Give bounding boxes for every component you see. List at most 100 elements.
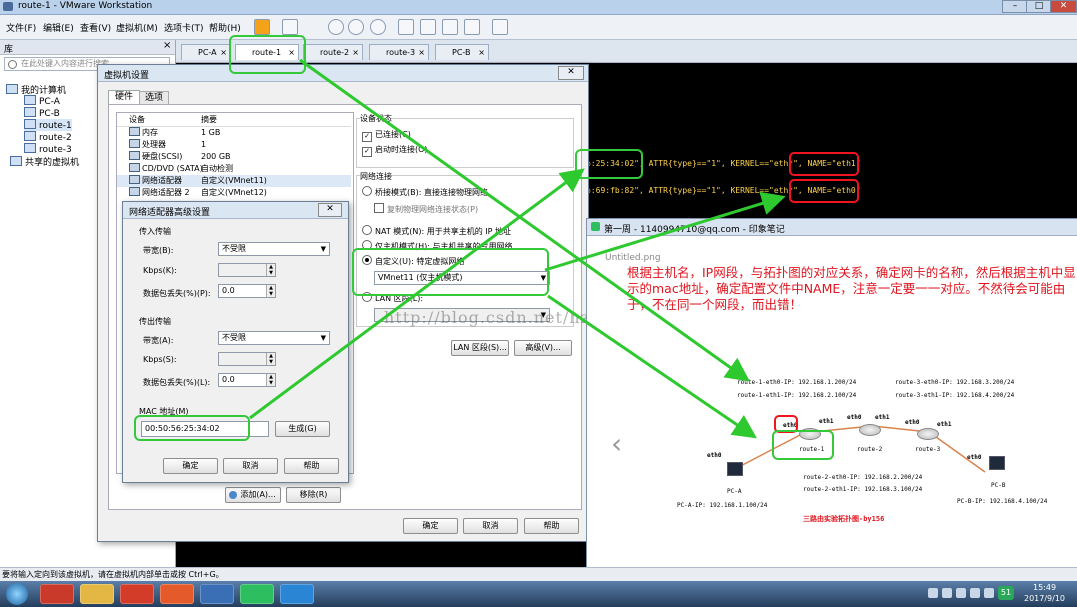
tab-close-icon[interactable]: ×	[352, 45, 359, 60]
outgoing-kbps-input[interactable]: ▲ ▼	[218, 352, 276, 366]
spinner-icon[interactable]: ▲ ▼	[266, 374, 275, 386]
taskbar-vmware-icon[interactable]	[200, 584, 234, 604]
tab-close-icon[interactable]: ×	[220, 45, 227, 60]
device-row[interactable]: 内存 1 GB	[117, 127, 351, 139]
tree-pc-b[interactable]: PC-B	[24, 107, 60, 119]
adv-cancel-button[interactable]: 取消	[223, 458, 278, 474]
outgoing-bandwidth-select[interactable]: 不受限 ▼	[218, 331, 330, 345]
nat-radio[interactable]: NAT 模式(N): 用于共享主机的 IP 地址	[362, 225, 511, 237]
tree-shared-vms[interactable]: 共享的虚拟机	[10, 155, 79, 168]
tray-icon[interactable]	[942, 588, 952, 598]
add-hardware-button[interactable]: 添加(A)...	[225, 487, 281, 503]
menu-vm[interactable]: 虚拟机(M)	[116, 21, 158, 34]
tab-close-icon[interactable]: ×	[418, 45, 425, 60]
revert-snapshot-icon[interactable]	[348, 19, 364, 35]
start-button[interactable]	[6, 583, 28, 605]
taskbar-app-icon[interactable]	[120, 584, 154, 604]
label-r2-eth0: route-2-eth0-IP: 192.168.2.200/24	[803, 474, 923, 481]
topology-diagram: route-1-eth0-IP: 192.168.1.200/24 route-…	[677, 364, 1067, 524]
taskbar-app-icon[interactable]	[40, 584, 74, 604]
window-title: route-1 - VMware Workstation	[18, 1, 153, 11]
tab-label: route-2	[320, 48, 350, 57]
adapter-advanced-close-button[interactable]: ✕	[318, 203, 342, 217]
router-3-icon	[917, 428, 939, 440]
replicate-checkbox[interactable]: 复制物理网络连接状态(P)	[374, 203, 478, 215]
menu-tabs[interactable]: 选项卡(T)	[164, 21, 204, 34]
tree-route-2[interactable]: route-2	[24, 131, 72, 143]
adv-ok-button[interactable]: 确定	[163, 458, 218, 474]
tab-close-icon[interactable]: ×	[478, 45, 485, 60]
tab-pc-a[interactable]: PC-A ×	[181, 44, 231, 60]
spinner-icon[interactable]: ▲ ▼	[266, 285, 275, 297]
tray-qq-icon[interactable]	[928, 588, 938, 598]
device-row-selected[interactable]: 网络适配器 自定义(VMnet11)	[117, 175, 351, 187]
incoming-kbps-input[interactable]: ▲ ▼	[218, 263, 276, 277]
network-adapter-icon	[129, 175, 140, 184]
adv-help-button[interactable]: 帮助	[284, 458, 339, 474]
console-view-icon[interactable]	[492, 19, 508, 35]
ok-button[interactable]: 确定	[403, 518, 458, 534]
menu-edit[interactable]: 编辑(E)	[43, 21, 74, 34]
lan-segments-button[interactable]: LAN 区段(S)...	[451, 340, 509, 356]
tray-network-icon[interactable]	[956, 588, 966, 598]
device-row[interactable]: 硬盘(SCSI) 200 GB	[117, 151, 351, 163]
highlight-name-eth1	[789, 152, 859, 176]
connected-checkbox[interactable]: ✓ 已连接(C)	[362, 129, 411, 142]
close-button[interactable]: ✕	[1050, 0, 1077, 13]
tray-badge[interactable]: 51	[998, 586, 1014, 600]
snapshot-icon[interactable]	[328, 19, 344, 35]
spinner-icon[interactable]: ▲ ▼	[266, 264, 275, 276]
taskbar-app-icon[interactable]	[160, 584, 194, 604]
spinner-icon[interactable]: ▲ ▼	[266, 353, 275, 365]
tab-pc-b[interactable]: PC-B ×	[435, 44, 489, 60]
incoming-bandwidth-select[interactable]: 不受限 ▼	[218, 242, 330, 256]
device-row[interactable]: CD/DVD (SATA) 自动检测	[117, 163, 351, 175]
outgoing-loss-input[interactable]: 0.0 ▲ ▼	[218, 373, 276, 387]
tab-route-3[interactable]: route-3 ×	[369, 44, 429, 60]
thumbnail-view-icon[interactable]	[420, 19, 436, 35]
pause-icon[interactable]	[254, 19, 270, 35]
tree-route-3[interactable]: route-3	[24, 143, 72, 155]
prev-image-icon[interactable]: ‹	[611, 427, 622, 460]
clock-time[interactable]: 15:49	[1033, 583, 1056, 592]
remove-hardware-button[interactable]: 移除(R)	[286, 487, 341, 503]
taskbar-evernote-icon[interactable]	[240, 584, 274, 604]
tree-route-1[interactable]: route-1	[24, 119, 72, 131]
tab-options[interactable]: 选项	[139, 91, 169, 105]
vm-icon	[24, 95, 36, 105]
taskbar-app-icon[interactable]	[280, 584, 314, 604]
device-row[interactable]: 处理器 1	[117, 139, 351, 151]
menu-view[interactable]: 查看(V)	[80, 21, 111, 34]
taskbar-explorer-icon[interactable]	[80, 584, 114, 604]
clock-date[interactable]: 2017/9/10	[1024, 594, 1065, 603]
snapshot-manager-icon[interactable]	[370, 19, 386, 35]
tray-icon[interactable]	[984, 588, 994, 598]
minimize-button[interactable]: –	[1002, 0, 1028, 13]
advanced-button[interactable]: 高级(V)...	[514, 340, 572, 356]
incoming-loss-input[interactable]: 0.0 ▲ ▼	[218, 284, 276, 298]
menu-help[interactable]: 帮助(H)	[209, 21, 241, 34]
unity-icon[interactable]	[464, 19, 480, 35]
tray-volume-icon[interactable]	[970, 588, 980, 598]
send-keys-icon[interactable]	[282, 19, 298, 35]
tab-hardware[interactable]: 硬件	[108, 90, 140, 105]
checkbox-label: 复制物理网络连接状态(P)	[387, 205, 479, 214]
label-eth0-r2: eth0	[847, 414, 862, 421]
memory-icon	[129, 127, 140, 136]
library-close-icon[interactable]: ×	[163, 40, 171, 51]
maximize-button[interactable]: □	[1026, 0, 1052, 13]
menu-file[interactable]: 文件(F)	[6, 21, 36, 34]
vm-settings-close-button[interactable]: ✕	[558, 66, 584, 80]
tree-pc-a[interactable]: PC-A	[24, 95, 60, 107]
bridged-radio[interactable]: 桥接模式(B): 直接连接物理网络	[362, 186, 488, 198]
fullscreen-icon[interactable]	[442, 19, 458, 35]
tab-route-2[interactable]: route-2 ×	[303, 44, 363, 60]
library-view-icon[interactable]	[398, 19, 414, 35]
cancel-button[interactable]: 取消	[463, 518, 518, 534]
connect-at-power-on-checkbox[interactable]: ✓ 启动时连接(O)	[362, 144, 428, 157]
generate-mac-button[interactable]: 生成(G)	[275, 421, 330, 437]
status-text: 要将输入定向到该虚拟机，请在虚拟机内部单击或按 Ctrl+G。	[2, 570, 224, 579]
device-summary: 1 GB	[201, 128, 221, 137]
device-row[interactable]: 网络适配器 2 自定义(VMnet12)	[117, 187, 351, 199]
help-button[interactable]: 帮助	[524, 518, 579, 534]
